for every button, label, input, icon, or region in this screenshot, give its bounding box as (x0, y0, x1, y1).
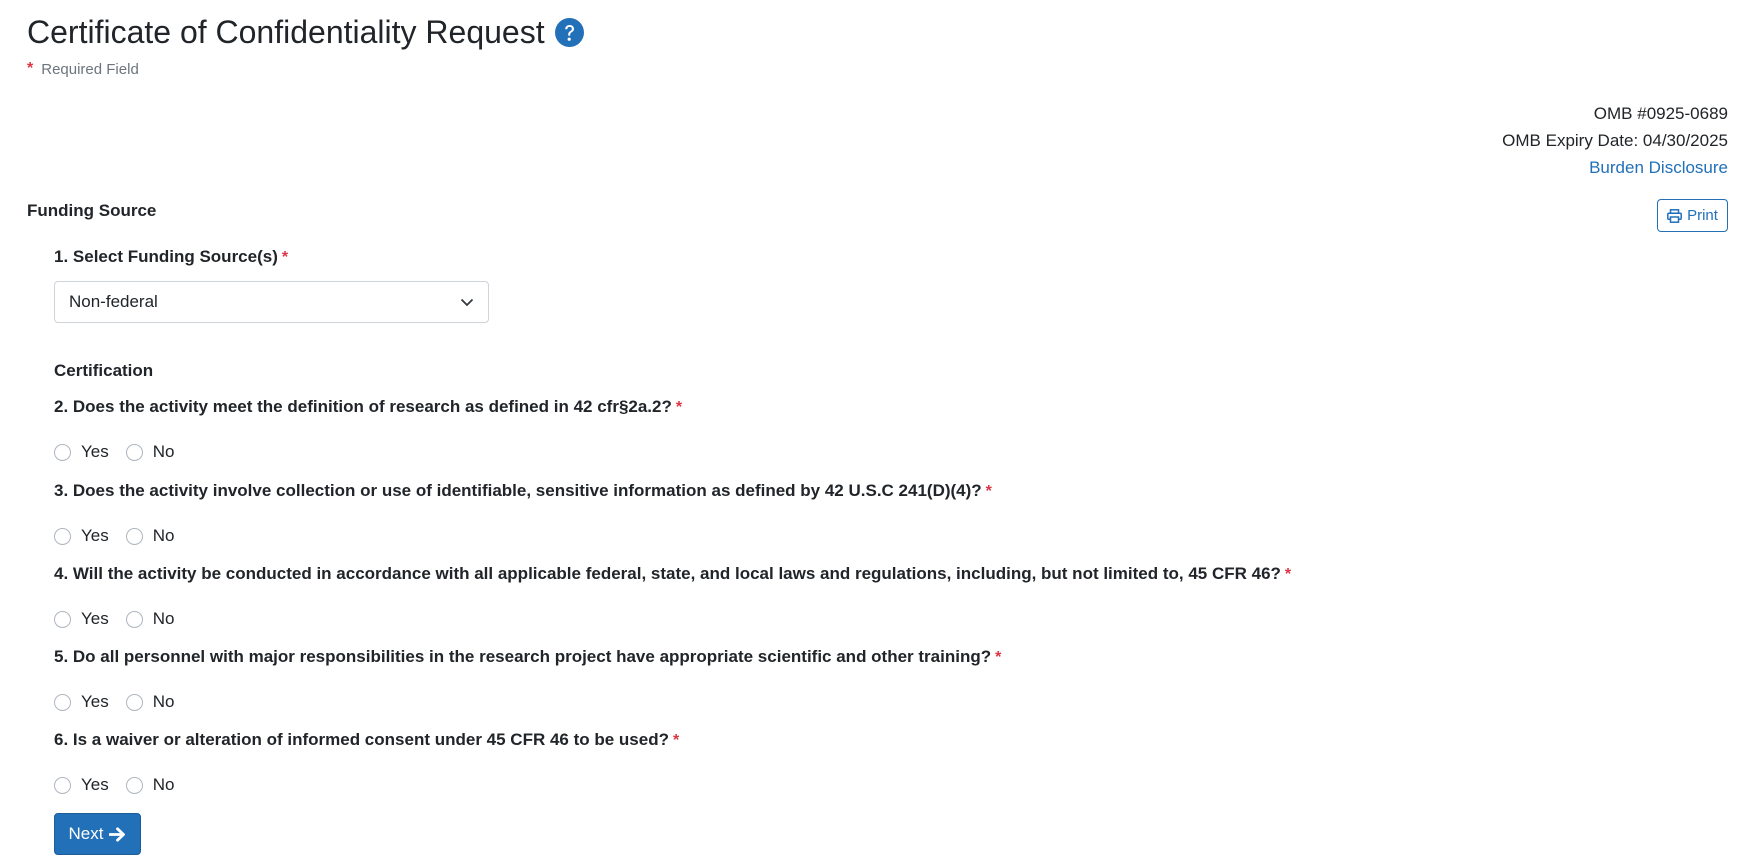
question-2-no-radio[interactable] (125, 443, 143, 461)
question-4-yes-radio[interactable] (54, 610, 71, 628)
required-asterisk: * (281, 249, 289, 266)
arrow-right-icon (109, 826, 126, 842)
omb-number: OMB #0925-0689 (1593, 104, 1728, 123)
funding-source-selected-value: Non-federal (69, 292, 158, 311)
question-6-no-radio[interactable] (125, 776, 143, 794)
question-2-no-option[interactable]: No (125, 442, 175, 462)
question-5-text: 5. Do all personnel with major responsib… (54, 647, 992, 666)
no-label: No (152, 526, 175, 545)
question-3-label: 3. Does the activity involve collection … (54, 481, 992, 501)
required-asterisk: * (985, 483, 992, 500)
question-3-yes-option[interactable]: Yes (54, 526, 109, 546)
question-2-text: 2. Does the activity meet the definition… (54, 397, 672, 416)
question-4-no-option[interactable]: No (125, 609, 175, 629)
question-5-yes-radio[interactable] (54, 693, 71, 711)
question-1-text: 1. Select Funding Source(s) (54, 247, 278, 266)
question-3-no-radio[interactable] (125, 527, 143, 545)
question-4-options: Yes No (54, 609, 191, 629)
omb-expiry-date: OMB Expiry Date: 04/30/2025 (1502, 131, 1728, 150)
required-field-label: Required Field (41, 60, 139, 78)
burden-disclosure-link[interactable]: Burden Disclosure (1589, 158, 1728, 177)
question-6-yes-option[interactable]: Yes (54, 775, 109, 795)
yes-label: Yes (81, 526, 109, 545)
next-button[interactable]: Next (54, 813, 141, 855)
print-button[interactable]: Print (1657, 199, 1728, 232)
question-3-options: Yes No (54, 526, 191, 546)
page-title: Certificate of Confidentiality Request (27, 10, 584, 54)
question-2-label: 2. Does the activity meet the definition… (54, 397, 682, 417)
question-4-label: 4. Will the activity be conducted in acc… (54, 564, 1291, 584)
required-field-note: * Required Field (27, 60, 139, 78)
page-title-text: Certificate of Confidentiality Request (27, 14, 545, 50)
question-6-text: 6. Is a waiver or alteration of informed… (54, 730, 669, 749)
question-5-options: Yes No (54, 692, 191, 712)
no-label: No (152, 609, 175, 628)
question-3-no-option[interactable]: No (125, 526, 175, 546)
yes-label: Yes (81, 692, 109, 711)
yes-label: Yes (81, 609, 109, 628)
question-4-no-radio[interactable] (125, 610, 143, 628)
question-6-options: Yes No (54, 775, 191, 795)
certification-heading: Certification (54, 361, 154, 380)
required-asterisk: * (995, 649, 1002, 666)
required-asterisk: * (675, 399, 683, 416)
no-label: No (152, 692, 175, 711)
question-4-text: 4. Will the activity be conducted in acc… (54, 564, 1281, 583)
no-label: No (152, 442, 175, 461)
question-3-yes-radio[interactable] (54, 527, 71, 545)
question-6-yes-radio[interactable] (54, 776, 71, 794)
help-icon[interactable] (554, 17, 584, 47)
question-6-no-option[interactable]: No (125, 775, 175, 795)
yes-label: Yes (81, 442, 109, 461)
yes-label: Yes (81, 775, 109, 794)
question-5-no-option[interactable]: No (125, 692, 175, 712)
question-1-label: 1. Select Funding Source(s) * (54, 247, 288, 267)
question-5-yes-option[interactable]: Yes (54, 692, 109, 712)
question-5-no-radio[interactable] (125, 693, 143, 711)
required-asterisk: * (672, 732, 680, 749)
question-5-label: 5. Do all personnel with major responsib… (54, 647, 1001, 667)
question-2-yes-option[interactable]: Yes (54, 442, 109, 462)
chevron-down-icon (460, 298, 474, 306)
funding-source-heading: Funding Source (27, 201, 157, 220)
question-4-yes-option[interactable]: Yes (54, 609, 109, 629)
question-2-yes-radio[interactable] (54, 443, 71, 461)
funding-source-select[interactable]: Non-federal (54, 281, 489, 323)
next-button-label: Next (68, 824, 104, 843)
printer-icon (1667, 208, 1683, 223)
question-6-label: 6. Is a waiver or alteration of informed… (54, 730, 679, 750)
print-button-label: Print (1687, 207, 1718, 224)
question-3-text: 3. Does the activity involve collection … (54, 481, 982, 500)
no-label: No (152, 775, 175, 794)
required-asterisk: * (1284, 566, 1292, 583)
required-asterisk: * (27, 60, 34, 77)
question-2-options: Yes No (54, 442, 191, 462)
omb-info: OMB #0925-0689 OMB Expiry Date: 04/30/20… (1502, 100, 1728, 181)
